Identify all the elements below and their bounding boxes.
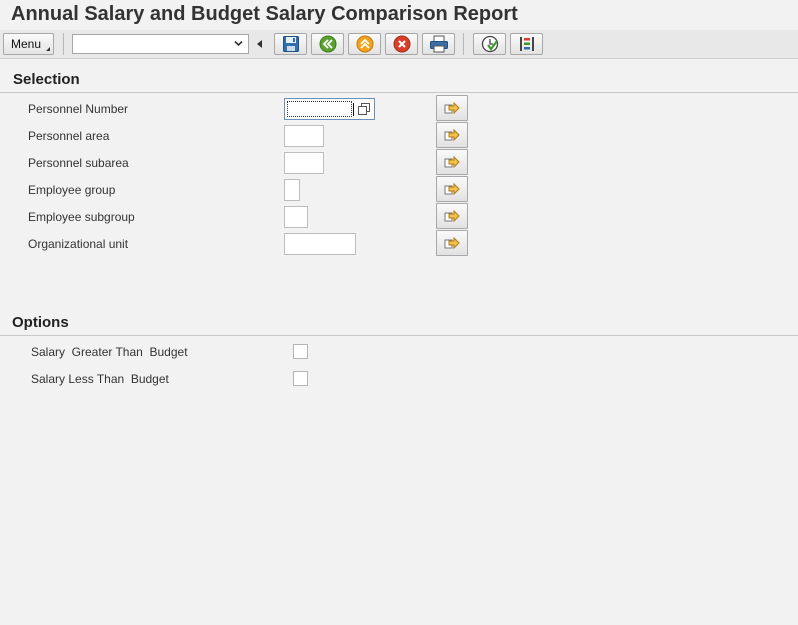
back-button[interactable] (311, 33, 344, 55)
personnel-subarea-input[interactable] (285, 153, 323, 173)
personnel-subarea-field[interactable] (284, 152, 324, 174)
multiple-selection-arrow-icon (444, 128, 460, 142)
selection-divider (0, 92, 798, 93)
employee-group-label: Employee group (28, 183, 116, 197)
employee-group-input[interactable] (285, 180, 299, 200)
organizational-unit-input[interactable] (285, 234, 355, 254)
collapse-arrow-icon[interactable] (257, 40, 262, 48)
options-section-title: Options (12, 314, 69, 331)
personnel-area-field[interactable] (284, 125, 324, 147)
selection-section-title: Selection (13, 71, 80, 88)
multiple-selection-arrow-icon (444, 209, 460, 223)
cancel-icon (393, 35, 410, 53)
save-button[interactable] (274, 33, 307, 55)
multiple-selection-arrow-icon (444, 155, 460, 169)
command-input[interactable] (73, 35, 228, 53)
back-icon (319, 35, 336, 53)
salary-less-than-budget-label: Salary Less Than Budget (31, 372, 169, 386)
get-variant-icon (519, 37, 534, 51)
toolbar-separator (463, 33, 464, 55)
exit-icon (356, 35, 373, 53)
employee-subgroup-label: Employee subgroup (28, 210, 135, 224)
focus-outline (287, 101, 352, 117)
employee-subgroup-field[interactable] (284, 206, 308, 228)
organizational-unit-label: Organizational unit (28, 237, 129, 251)
multiple-selection-arrow-icon (444, 101, 460, 115)
employee-subgroup-multiple-selection-button[interactable] (436, 203, 468, 229)
multiple-selection-arrow-icon (444, 182, 460, 196)
multiple-selection-arrow-icon (444, 236, 460, 250)
command-field[interactable] (72, 34, 249, 54)
personnel-area-input[interactable] (285, 126, 323, 146)
organizational-unit-field[interactable] (284, 233, 356, 255)
employee-group-multiple-selection-button[interactable] (436, 176, 468, 202)
print-button[interactable] (422, 33, 455, 55)
menu-button[interactable]: Menu (3, 33, 54, 55)
personnel-number-label: Personnel Number (28, 102, 129, 116)
salary-greater-than-budget-checkbox[interactable] (293, 344, 308, 359)
cancel-button[interactable] (385, 33, 418, 55)
employee-group-field[interactable] (284, 179, 300, 201)
execute-button[interactable] (473, 33, 506, 55)
exit-button[interactable] (348, 33, 381, 55)
employee-subgroup-input[interactable] (285, 207, 307, 227)
title-bar: Annual Salary and Budget Salary Comparis… (0, 0, 798, 30)
save-icon (282, 36, 299, 52)
personnel-number-field[interactable] (284, 98, 375, 120)
personnel-area-label: Personnel area (28, 129, 110, 143)
get-variant-button[interactable] (510, 33, 543, 55)
options-divider (0, 335, 798, 336)
personnel-subarea-multiple-selection-button[interactable] (436, 149, 468, 175)
chevron-down-icon[interactable] (234, 39, 243, 48)
personnel-area-multiple-selection-button[interactable] (436, 122, 468, 148)
personnel-number-multiple-selection-button[interactable] (436, 95, 468, 121)
toolbar: Menu (0, 30, 798, 59)
organizational-unit-multiple-selection-button[interactable] (436, 230, 468, 256)
text-caret (353, 103, 354, 116)
toolbar-separator (63, 33, 64, 55)
salary-less-than-budget-checkbox[interactable] (293, 371, 308, 386)
salary-greater-than-budget-label: Salary Greater Than Budget (31, 345, 188, 359)
execute-icon (481, 35, 498, 53)
personnel-subarea-label: Personnel subarea (28, 156, 129, 170)
value-help-icon[interactable] (357, 102, 371, 116)
print-icon (429, 35, 448, 53)
menu-button-label: Menu (11, 37, 42, 51)
page-title: Annual Salary and Budget Salary Comparis… (11, 3, 518, 25)
menu-corner-icon (46, 47, 50, 51)
